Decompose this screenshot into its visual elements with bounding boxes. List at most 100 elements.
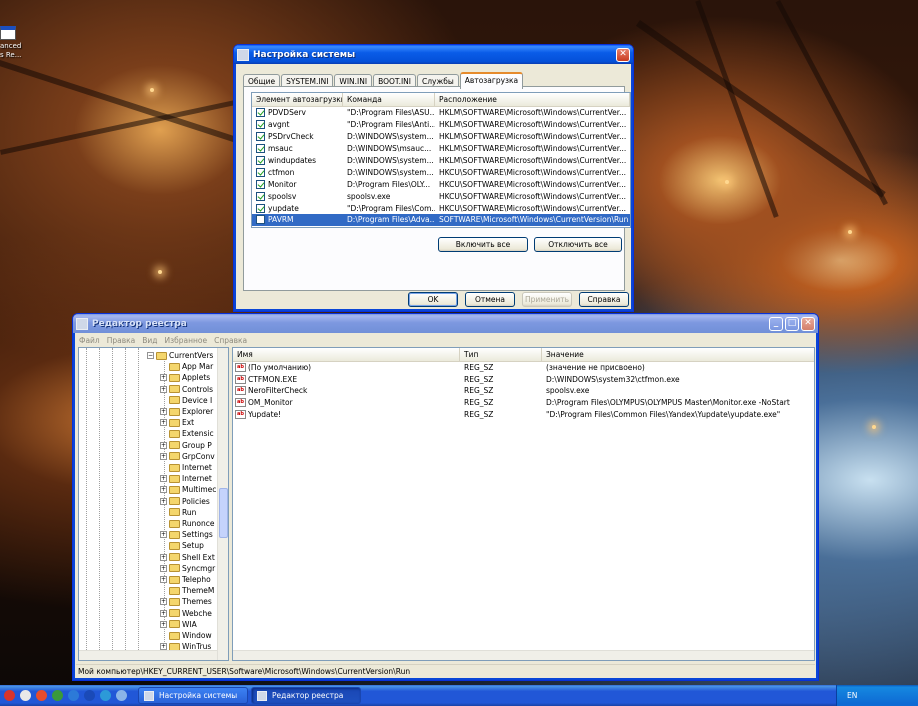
- quick-launch-icon[interactable]: [100, 690, 111, 701]
- tree-scroll-thumb[interactable]: [219, 488, 228, 538]
- expand-icon[interactable]: +: [160, 531, 167, 539]
- tree-node[interactable]: + Telepho: [160, 574, 211, 585]
- tree-node[interactable]: + Themes: [160, 596, 212, 607]
- menu-file[interactable]: Файл: [79, 336, 100, 345]
- value-row[interactable]: ab Yupdate! REG_SZ "D:\Program Files\Common…: [233, 408, 814, 420]
- startup-row[interactable]: yupdate "D:\Program Files\Com... HKCU\SOFT…: [252, 202, 630, 214]
- startup-row[interactable]: PDVDServ "D:\Program Files\ASU... HKLM\SOF…: [252, 107, 630, 119]
- tree-node[interactable]: Internet: [160, 462, 212, 473]
- col-type[interactable]: Тип: [460, 348, 542, 361]
- tree-node[interactable]: Runonce: [160, 518, 214, 529]
- tree-node[interactable]: + Webche: [160, 608, 212, 619]
- startup-checkbox[interactable]: [256, 167, 265, 177]
- startup-checkbox[interactable]: [256, 132, 265, 142]
- startup-row[interactable]: spoolsv spoolsv.exe HKCU\SOFTWARE\Microsof…: [252, 190, 630, 202]
- tree-node[interactable]: + Ext: [160, 417, 194, 428]
- expand-icon[interactable]: +: [160, 374, 167, 382]
- tree-node[interactable]: + Syncmgr: [160, 563, 215, 574]
- startup-row[interactable]: avgnt "D:\Program Files\Anti... HKLM\SOFTW…: [252, 119, 630, 131]
- menu-help[interactable]: Справка: [214, 336, 247, 345]
- expand-icon[interactable]: +: [160, 609, 167, 617]
- col-value[interactable]: Значение: [542, 348, 814, 361]
- enable-all-button[interactable]: Включить все: [438, 237, 528, 252]
- startup-row[interactable]: PAVRM D:\Program Files\Adva... SOFTWARE\Mi…: [252, 214, 630, 226]
- value-row[interactable]: ab CTFMON.EXE REG_SZ D:\WINDOWS\system32\ct…: [233, 374, 814, 386]
- col-command[interactable]: Команда: [343, 93, 435, 106]
- help-button[interactable]: Справка: [579, 292, 629, 307]
- menu-edit[interactable]: Правка: [107, 336, 136, 345]
- expand-icon[interactable]: +: [160, 576, 167, 584]
- tree-node[interactable]: + GrpConv: [160, 451, 215, 462]
- expand-icon[interactable]: +: [160, 497, 167, 505]
- value-row[interactable]: ab OM_Monitor REG_SZ D:\Program Files\OLYMP…: [233, 397, 814, 409]
- expand-icon[interactable]: +: [160, 441, 167, 449]
- registry-editor-titlebar[interactable]: Редактор реестра _ □ ✕: [73, 314, 818, 333]
- startup-row[interactable]: Monitor D:\Program Files\OLY... HKCU\SOFTW…: [252, 178, 630, 190]
- menu-favorites[interactable]: Избранное: [165, 336, 208, 345]
- startup-checkbox[interactable]: [256, 120, 265, 130]
- tree-node[interactable]: + Policies: [160, 496, 210, 507]
- quick-launch-icon[interactable]: [36, 690, 47, 701]
- col-name[interactable]: Имя: [233, 348, 460, 361]
- registry-values[interactable]: Имя Тип Значение ab (По умолчанию) REG_SZ(…: [232, 347, 815, 661]
- tree-node[interactable]: Run: [160, 507, 196, 518]
- tree-scrollbar[interactable]: [217, 348, 228, 660]
- tree-node[interactable]: + WIA: [160, 619, 197, 630]
- quick-launch-icon[interactable]: [116, 690, 127, 701]
- expand-icon[interactable]: +: [160, 553, 167, 561]
- desktop-shortcut[interactable]: anced s Re...: [0, 26, 40, 60]
- tree-node[interactable]: ThemeM: [160, 585, 214, 596]
- value-row[interactable]: ab (По умолчанию) REG_SZ (значение не присв…: [233, 362, 814, 374]
- startup-checkbox[interactable]: [256, 156, 265, 165]
- startup-checkbox[interactable]: [256, 191, 265, 201]
- tree-node[interactable]: App Mar: [160, 361, 213, 372]
- startup-list[interactable]: Элемент автозагрузки Команда Расположени…: [251, 92, 631, 228]
- expand-icon[interactable]: +: [160, 598, 167, 606]
- startup-checkbox[interactable]: [256, 108, 265, 118]
- apply-button[interactable]: Применить: [522, 292, 572, 307]
- tree-node[interactable]: + Controls: [160, 384, 213, 395]
- tree-node[interactable]: + Multimec: [160, 484, 216, 495]
- menu-view[interactable]: Вид: [142, 336, 157, 345]
- tree-node[interactable]: Window: [160, 630, 212, 641]
- startup-row[interactable]: msauc D:\WINDOWS\msauc... HKLM\SOFTWARE\Mi…: [252, 143, 630, 155]
- expand-icon[interactable]: +: [160, 620, 167, 628]
- tree-node[interactable]: + Shell Ext: [160, 552, 215, 563]
- tree-node[interactable]: + Internet: [160, 473, 212, 484]
- tree-node[interactable]: Device I: [160, 395, 212, 406]
- tree-node[interactable]: Setup: [160, 540, 204, 551]
- tree-node-currentversion[interactable]: − CurrentVers: [147, 350, 213, 361]
- registry-tree[interactable]: − CurrentVers App Mar + Applets + Controls De…: [78, 347, 229, 661]
- ok-button[interactable]: OK: [408, 292, 458, 307]
- task-registry-editor[interactable]: Редактор реестра: [251, 687, 361, 704]
- expand-icon[interactable]: +: [160, 408, 167, 416]
- startup-checkbox[interactable]: [256, 203, 265, 213]
- quick-launch-icon[interactable]: [20, 690, 31, 701]
- startup-checkbox[interactable]: [256, 179, 265, 189]
- cancel-button[interactable]: Отмена: [465, 292, 515, 307]
- collapse-icon[interactable]: −: [147, 352, 154, 360]
- disable-all-button[interactable]: Отключить все: [534, 237, 622, 252]
- close-button[interactable]: ✕: [801, 316, 815, 331]
- tree-hscrollbar[interactable]: [79, 650, 217, 660]
- expand-icon[interactable]: +: [160, 385, 167, 393]
- task-system-config[interactable]: Настройка системы: [138, 687, 248, 704]
- expand-icon[interactable]: +: [160, 452, 167, 460]
- system-config-titlebar[interactable]: Настройка системы ✕: [234, 45, 633, 64]
- quick-launch-icon[interactable]: [84, 690, 95, 701]
- quick-launch-icon[interactable]: [4, 690, 15, 701]
- tree-node[interactable]: + Settings: [160, 529, 213, 540]
- language-indicator[interactable]: EN: [847, 691, 857, 700]
- tree-node[interactable]: + Explorer: [160, 406, 213, 417]
- col-startup-item[interactable]: Элемент автозагрузки: [252, 93, 343, 106]
- minimize-button[interactable]: _: [769, 316, 783, 331]
- startup-row[interactable]: windupdates D:\WINDOWS\system... HKLM\SOFT…: [252, 155, 630, 167]
- quick-launch-icon[interactable]: [52, 690, 63, 701]
- tab-startup[interactable]: Автозагрузка: [459, 72, 524, 89]
- tree-node[interactable]: Extensic: [160, 428, 214, 439]
- value-row[interactable]: ab NeroFilterCheck REG_SZ spoolsv.exe: [233, 385, 814, 397]
- close-button[interactable]: ✕: [616, 47, 630, 62]
- startup-checkbox[interactable]: [256, 215, 265, 225]
- tree-node[interactable]: + Applets: [160, 372, 210, 383]
- startup-checkbox[interactable]: [256, 144, 265, 154]
